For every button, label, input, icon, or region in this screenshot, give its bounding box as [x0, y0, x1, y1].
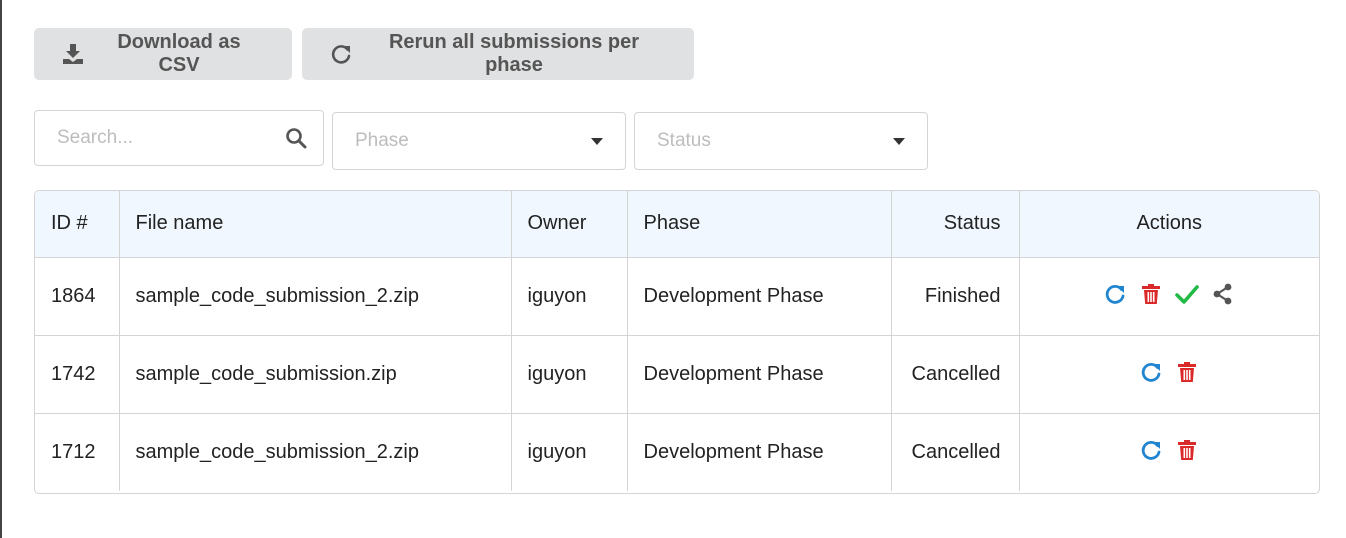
- rerun-icon[interactable]: [1139, 360, 1163, 384]
- cell-status: Finished: [891, 257, 1020, 335]
- table-header: ID # File name Owner Phase Status Action…: [35, 191, 1319, 258]
- cell-id: 1742: [35, 335, 120, 413]
- chevron-down-icon: [893, 138, 905, 145]
- search-box: [34, 110, 324, 166]
- download-csv-label: Download as CSV: [117, 31, 241, 76]
- delete-icon[interactable]: [1175, 360, 1199, 384]
- column-header-id[interactable]: ID #: [35, 191, 120, 258]
- delete-icon[interactable]: [1175, 438, 1199, 462]
- rerun-icon[interactable]: [1139, 438, 1163, 462]
- cell-file-name: sample_code_submission.zip: [119, 335, 512, 413]
- column-header-file-name[interactable]: File name: [119, 191, 512, 258]
- rerun-icon[interactable]: [1103, 282, 1127, 306]
- cell-phase: Development Phase: [627, 335, 892, 413]
- cell-file-name: sample_code_submission_2.zip: [119, 257, 512, 335]
- table-row: 1742 sample_code_submission.zip iguyon D…: [35, 335, 1319, 413]
- status-dropdown[interactable]: Status: [634, 112, 928, 170]
- cell-owner: iguyon: [511, 257, 628, 335]
- cell-owner: iguyon: [511, 413, 628, 491]
- search-icon[interactable]: [285, 127, 307, 149]
- cell-actions: [1019, 257, 1319, 335]
- table-row: 1864 sample_code_submission_2.zip iguyon…: [35, 257, 1319, 335]
- cell-status: Cancelled: [891, 335, 1020, 413]
- window-left-border: [0, 0, 2, 538]
- cell-phase: Development Phase: [627, 413, 892, 491]
- cell-owner: iguyon: [511, 335, 628, 413]
- cell-file-name: sample_code_submission_2.zip: [119, 413, 512, 491]
- download-icon: [62, 43, 84, 65]
- rerun-all-button[interactable]: Rerun all submissions per phase: [302, 28, 694, 80]
- phase-dropdown[interactable]: Phase: [332, 112, 626, 170]
- share-icon[interactable]: [1211, 282, 1235, 306]
- cell-id: 1712: [35, 413, 120, 491]
- column-header-status[interactable]: Status: [891, 191, 1020, 258]
- status-placeholder: Status: [657, 130, 711, 151]
- toolbar: Download as CSV Rerun all submissions pe…: [34, 28, 694, 80]
- phase-placeholder: Phase: [355, 130, 409, 151]
- cell-phase: Development Phase: [627, 257, 892, 335]
- cell-id: 1864: [35, 257, 120, 335]
- rerun-all-label: Rerun all submissions per phase: [388, 31, 640, 76]
- redo-icon: [330, 43, 352, 65]
- filters: Phase Status: [34, 110, 928, 170]
- column-header-phase[interactable]: Phase: [627, 191, 892, 258]
- table-row: 1712 sample_code_submission_2.zip iguyon…: [35, 413, 1319, 491]
- cell-actions: [1019, 413, 1319, 491]
- search-input[interactable]: [55, 126, 279, 150]
- cell-status: Cancelled: [891, 413, 1020, 491]
- column-header-owner[interactable]: Owner: [511, 191, 628, 258]
- cell-actions: [1019, 335, 1319, 413]
- download-csv-button[interactable]: Download as CSV: [34, 28, 292, 80]
- check-icon[interactable]: [1175, 282, 1200, 306]
- submissions-table: ID # File name Owner Phase Status Action…: [34, 190, 1320, 494]
- delete-icon[interactable]: [1139, 282, 1163, 306]
- chevron-down-icon: [591, 138, 603, 145]
- column-header-actions: Actions: [1019, 191, 1319, 258]
